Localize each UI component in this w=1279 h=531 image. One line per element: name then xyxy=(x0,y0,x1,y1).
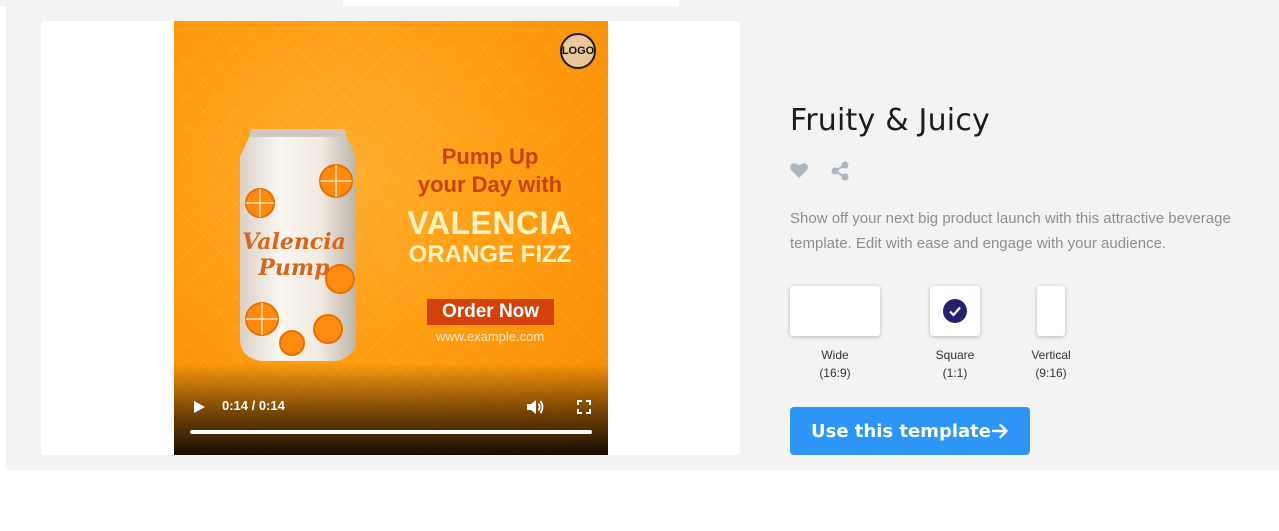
video-progress-bar[interactable] xyxy=(190,430,592,434)
order-now-label: Order Now xyxy=(427,299,554,325)
format-option-square[interactable] xyxy=(930,286,980,336)
format-name: Vertical xyxy=(1031,348,1071,362)
template-title: Fruity & Juicy xyxy=(790,103,990,138)
template-video-player[interactable]: LOGO Valencia Pump Pump Up your Day with… xyxy=(174,21,608,455)
video-time: 0:14 / 0:14 xyxy=(222,398,285,413)
format-ratio: (1:1) xyxy=(942,366,968,380)
logo-badge: LOGO xyxy=(560,33,596,69)
check-icon xyxy=(943,299,967,323)
format-name: Square xyxy=(935,348,975,362)
format-ratio: (16:9) xyxy=(819,366,851,380)
format-ratio: (9:16) xyxy=(1035,366,1067,380)
fullscreen-icon[interactable] xyxy=(577,400,591,414)
headline-line4: ORANGE FIZZ xyxy=(408,241,572,268)
can-text-line1: Valencia xyxy=(242,229,346,255)
format-option-vertical[interactable] xyxy=(1037,286,1065,336)
play-icon[interactable] xyxy=(192,400,206,414)
promo-headline: Pump Up your Day with VALENCIA ORANGE FI… xyxy=(374,143,606,269)
arrow-right-icon xyxy=(991,423,1008,439)
soda-can-image: Valencia Pump xyxy=(240,129,356,361)
headline-line1: Pump Up xyxy=(441,144,539,169)
format-label-vertical: Vertical (9:16) xyxy=(1001,346,1101,382)
use-template-button[interactable]: Use this template xyxy=(790,407,1030,455)
format-name: Wide xyxy=(821,348,849,362)
share-icon[interactable] xyxy=(831,161,849,181)
volume-icon[interactable] xyxy=(526,398,544,416)
format-label-square: Square (1:1) xyxy=(905,346,1005,382)
format-label-wide: Wide (16:9) xyxy=(785,346,885,382)
headline-line3: VALENCIA xyxy=(407,205,573,241)
heart-icon[interactable] xyxy=(789,160,809,180)
promo-url: www.example.com xyxy=(435,329,545,344)
use-template-label: Use this template xyxy=(811,420,991,442)
can-text-line2: Pump xyxy=(257,255,330,281)
headline-line2: your Day with xyxy=(417,172,563,197)
format-option-wide[interactable] xyxy=(790,286,880,336)
template-description: Show off your next big product launch wi… xyxy=(790,210,1231,252)
video-controls: 0:14 / 0:14 xyxy=(174,363,608,455)
